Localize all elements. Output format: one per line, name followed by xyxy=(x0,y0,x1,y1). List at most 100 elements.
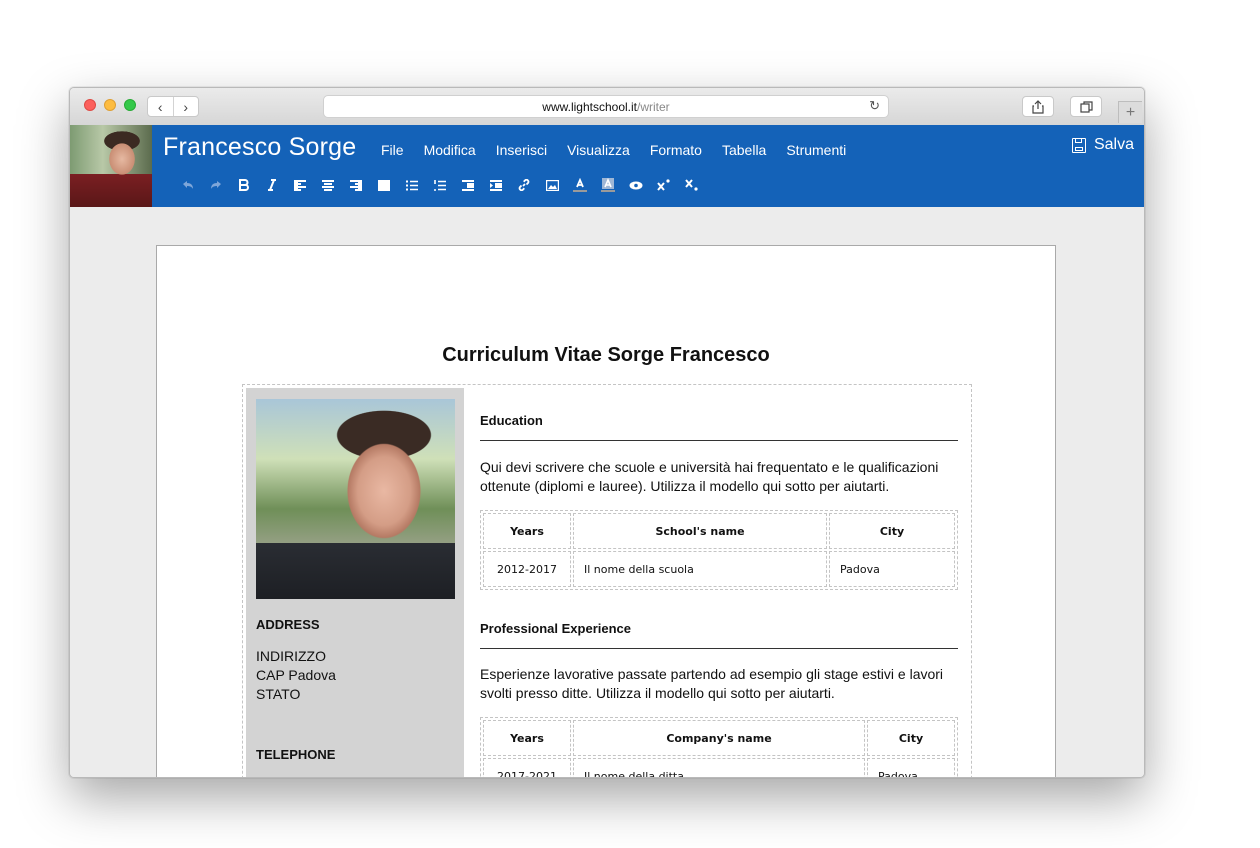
table-header[interactable]: School's name xyxy=(573,513,827,549)
telephone-label[interactable]: TELEPHONE xyxy=(256,747,335,762)
superscript-button[interactable] xyxy=(650,175,678,195)
align-right-icon xyxy=(350,179,362,191)
table-header[interactable]: City xyxy=(867,720,955,756)
eye-icon xyxy=(629,181,643,189)
italic-icon xyxy=(268,179,276,191)
table-header-row: Years Company's name City xyxy=(483,720,955,756)
link-button[interactable] xyxy=(510,175,538,195)
reload-icon[interactable]: ↻ xyxy=(869,98,880,114)
text-color-button[interactable] xyxy=(566,175,594,195)
profile-photo[interactable] xyxy=(256,399,455,599)
outdent-button[interactable] xyxy=(482,175,510,195)
superscript-icon xyxy=(657,179,670,191)
education-divider xyxy=(480,440,958,441)
align-right-button[interactable] xyxy=(342,175,370,195)
table-header[interactable]: City xyxy=(829,513,955,549)
document-page[interactable]: Curriculum Vitae Sorge Francesco ADDRESS… xyxy=(156,245,1056,777)
bold-icon xyxy=(239,179,249,191)
experience-heading[interactable]: Professional Experience xyxy=(480,621,631,636)
table-cell[interactable]: Padova xyxy=(829,551,955,587)
menu-strumenti[interactable]: Strumenti xyxy=(786,142,846,158)
bold-button[interactable] xyxy=(230,175,258,195)
image-button[interactable] xyxy=(538,175,566,195)
experience-table[interactable]: Years Company's name City 2017-2021 Il n… xyxy=(480,717,958,777)
address-line-2[interactable]: CAP Padova xyxy=(256,666,336,685)
document-area[interactable]: Curriculum Vitae Sorge Francesco ADDRESS… xyxy=(70,207,1144,777)
link-icon xyxy=(518,179,530,191)
cv-layout-table[interactable]: ADDRESS INDIRIZZO CAP Padova STATO TELEP… xyxy=(242,384,972,777)
table-cell[interactable]: 2017-2021 xyxy=(483,758,571,777)
user-name: Francesco Sorge xyxy=(163,133,357,161)
show-tabs-button[interactable] xyxy=(1070,96,1102,117)
menu-tabella[interactable]: Tabella xyxy=(722,142,766,158)
close-window-button[interactable] xyxy=(84,99,96,111)
table-header[interactable]: Years xyxy=(483,513,571,549)
url-path: /writer xyxy=(637,99,670,114)
maximize-window-button[interactable] xyxy=(124,99,136,111)
share-button[interactable] xyxy=(1022,96,1054,117)
bulleted-list-icon xyxy=(406,180,418,190)
align-justify-icon xyxy=(378,179,390,191)
forward-button[interactable]: › xyxy=(172,97,199,116)
share-icon xyxy=(1032,99,1044,114)
browser-window: ‹ › www.lightschool.it/writer ↻ + France… xyxy=(69,87,1145,778)
bulleted-list-button[interactable] xyxy=(398,175,426,195)
redo-icon xyxy=(211,181,221,189)
indent-button[interactable] xyxy=(454,175,482,195)
save-icon xyxy=(1071,137,1086,153)
education-heading[interactable]: Education xyxy=(480,413,543,428)
save-label: Salva xyxy=(1093,136,1134,153)
table-header[interactable]: Company's name xyxy=(573,720,865,756)
experience-text[interactable]: Esperienze lavorative passate partendo a… xyxy=(480,665,960,703)
outdent-icon xyxy=(490,179,502,191)
table-row: 2012-2017 Il nome della scuola Padova xyxy=(483,551,955,587)
italic-button[interactable] xyxy=(258,175,286,195)
table-header-row: Years School's name City xyxy=(483,513,955,549)
history-navigation: ‹ › xyxy=(147,96,199,117)
menu-visualizza[interactable]: Visualizza xyxy=(567,142,630,158)
highlight-color-icon xyxy=(601,178,615,192)
education-table[interactable]: Years School's name City 2012-2017 Il no… xyxy=(480,510,958,590)
education-text[interactable]: Qui devi scrivere che scuole e universit… xyxy=(480,458,960,496)
align-left-icon xyxy=(294,179,306,191)
table-row: 2017-2021 Il nome della ditta Padova xyxy=(483,758,955,777)
align-left-button[interactable] xyxy=(286,175,314,195)
redo-button[interactable] xyxy=(202,175,230,195)
undo-button[interactable] xyxy=(174,175,202,195)
indent-icon xyxy=(462,179,474,191)
table-cell[interactable]: Il nome della scuola xyxy=(573,551,827,587)
address-bar[interactable]: www.lightschool.it/writer ↻ xyxy=(323,95,889,118)
document-title[interactable]: Curriculum Vitae Sorge Francesco xyxy=(157,344,1055,367)
save-button[interactable]: Salva xyxy=(1071,136,1134,154)
url-host: www.lightschool.it xyxy=(542,99,638,114)
back-button[interactable]: ‹ xyxy=(148,97,173,116)
avatar[interactable] xyxy=(70,125,152,207)
numbered-list-button[interactable] xyxy=(426,175,454,195)
menu-inserisci[interactable]: Inserisci xyxy=(496,142,547,158)
text-color-icon xyxy=(573,178,587,192)
table-cell[interactable]: Padova xyxy=(867,758,955,777)
address-line-3[interactable]: STATO xyxy=(256,685,336,704)
subscript-button[interactable] xyxy=(678,175,706,195)
subscript-icon xyxy=(685,179,698,191)
minimize-window-button[interactable] xyxy=(104,99,116,111)
align-justify-button[interactable] xyxy=(370,175,398,195)
align-center-button[interactable] xyxy=(314,175,342,195)
menu-formato[interactable]: Formato xyxy=(650,142,702,158)
address-lines[interactable]: INDIRIZZO CAP Padova STATO xyxy=(256,647,336,704)
menu-bar: File Modifica Inserisci Visualizza Forma… xyxy=(381,142,866,158)
menu-file[interactable]: File xyxy=(381,142,404,158)
align-center-icon xyxy=(322,179,334,191)
table-cell[interactable]: Il nome della ditta xyxy=(573,758,865,777)
cv-sidebar[interactable]: ADDRESS INDIRIZZO CAP Padova STATO TELEP… xyxy=(246,388,464,777)
numbered-list-icon xyxy=(434,179,446,191)
preview-button[interactable] xyxy=(622,175,650,195)
address-label[interactable]: ADDRESS xyxy=(256,617,320,632)
address-line-1[interactable]: INDIRIZZO xyxy=(256,647,336,666)
table-cell[interactable]: 2012-2017 xyxy=(483,551,571,587)
table-header[interactable]: Years xyxy=(483,720,571,756)
formatting-toolbar xyxy=(174,175,706,195)
new-tab-button[interactable]: + xyxy=(1118,101,1142,123)
highlight-color-button[interactable] xyxy=(594,175,622,195)
menu-modifica[interactable]: Modifica xyxy=(424,142,476,158)
